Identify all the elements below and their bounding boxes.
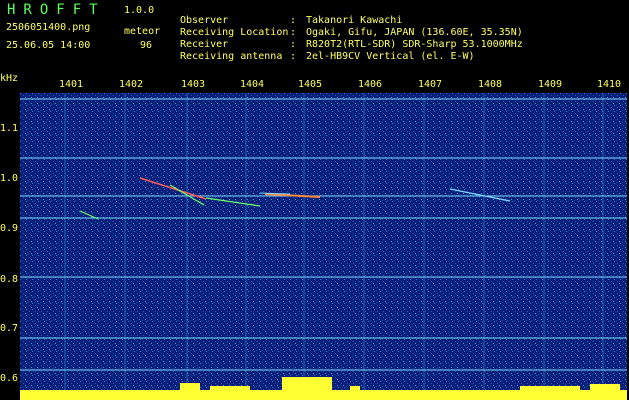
y-tick-label: 0.9 xyxy=(0,223,19,234)
datetime: 25.06.05 14:00 xyxy=(6,40,91,51)
info-value: R820T2(RTL-SDR) SDR-Sharp 53.1000MHz xyxy=(306,39,523,50)
info-value: 2el-HB9CV Vertical (el. E-W) xyxy=(306,51,475,62)
spectrogram xyxy=(20,93,627,400)
x-tick-label: 1408 xyxy=(478,79,503,90)
info-row-antenna: Receiving antenna:2el-HB9CV Vertical (el… xyxy=(180,51,475,62)
x-tick-label: 1403 xyxy=(181,79,206,90)
meteor-count: 96 xyxy=(140,40,153,51)
x-tick-label: 1402 xyxy=(119,79,144,90)
unit-label: kHz xyxy=(0,73,19,84)
x-tick-label: 1407 xyxy=(418,79,443,90)
x-tick-label: 1401 xyxy=(59,79,84,90)
spectrogram-canvas xyxy=(20,93,627,400)
x-tick-label: 1405 xyxy=(298,79,323,90)
x-tick-label: 1404 xyxy=(240,79,265,90)
info-value: Ogaki, Gifu, JAPAN (136.60E, 35.35N) xyxy=(306,27,523,38)
y-tick-label: 1.1 xyxy=(0,123,19,134)
info-key: Receiving antenna xyxy=(180,51,283,62)
header: HROFFT 1.0.0 2506051400.png 25.06.05 14:… xyxy=(0,0,629,75)
y-tick-label: 0.7 xyxy=(0,323,19,334)
app-title: HROFFT xyxy=(7,2,106,18)
y-tick-label: 0.6 xyxy=(0,373,19,384)
y-tick-label: 1.0 xyxy=(0,173,19,184)
x-tick-label: 1406 xyxy=(358,79,383,90)
y-tick-label: 0.8 xyxy=(0,274,19,285)
file-name: 2506051400.png xyxy=(6,22,91,33)
x-tick-label: 1410 xyxy=(597,79,622,90)
app-version: 1.0.0 xyxy=(124,5,155,16)
meteor-label: meteor xyxy=(124,26,161,37)
noise-background xyxy=(20,93,627,400)
x-tick-label: 1409 xyxy=(538,79,563,90)
info-value: Takanori Kawachi xyxy=(306,15,403,26)
